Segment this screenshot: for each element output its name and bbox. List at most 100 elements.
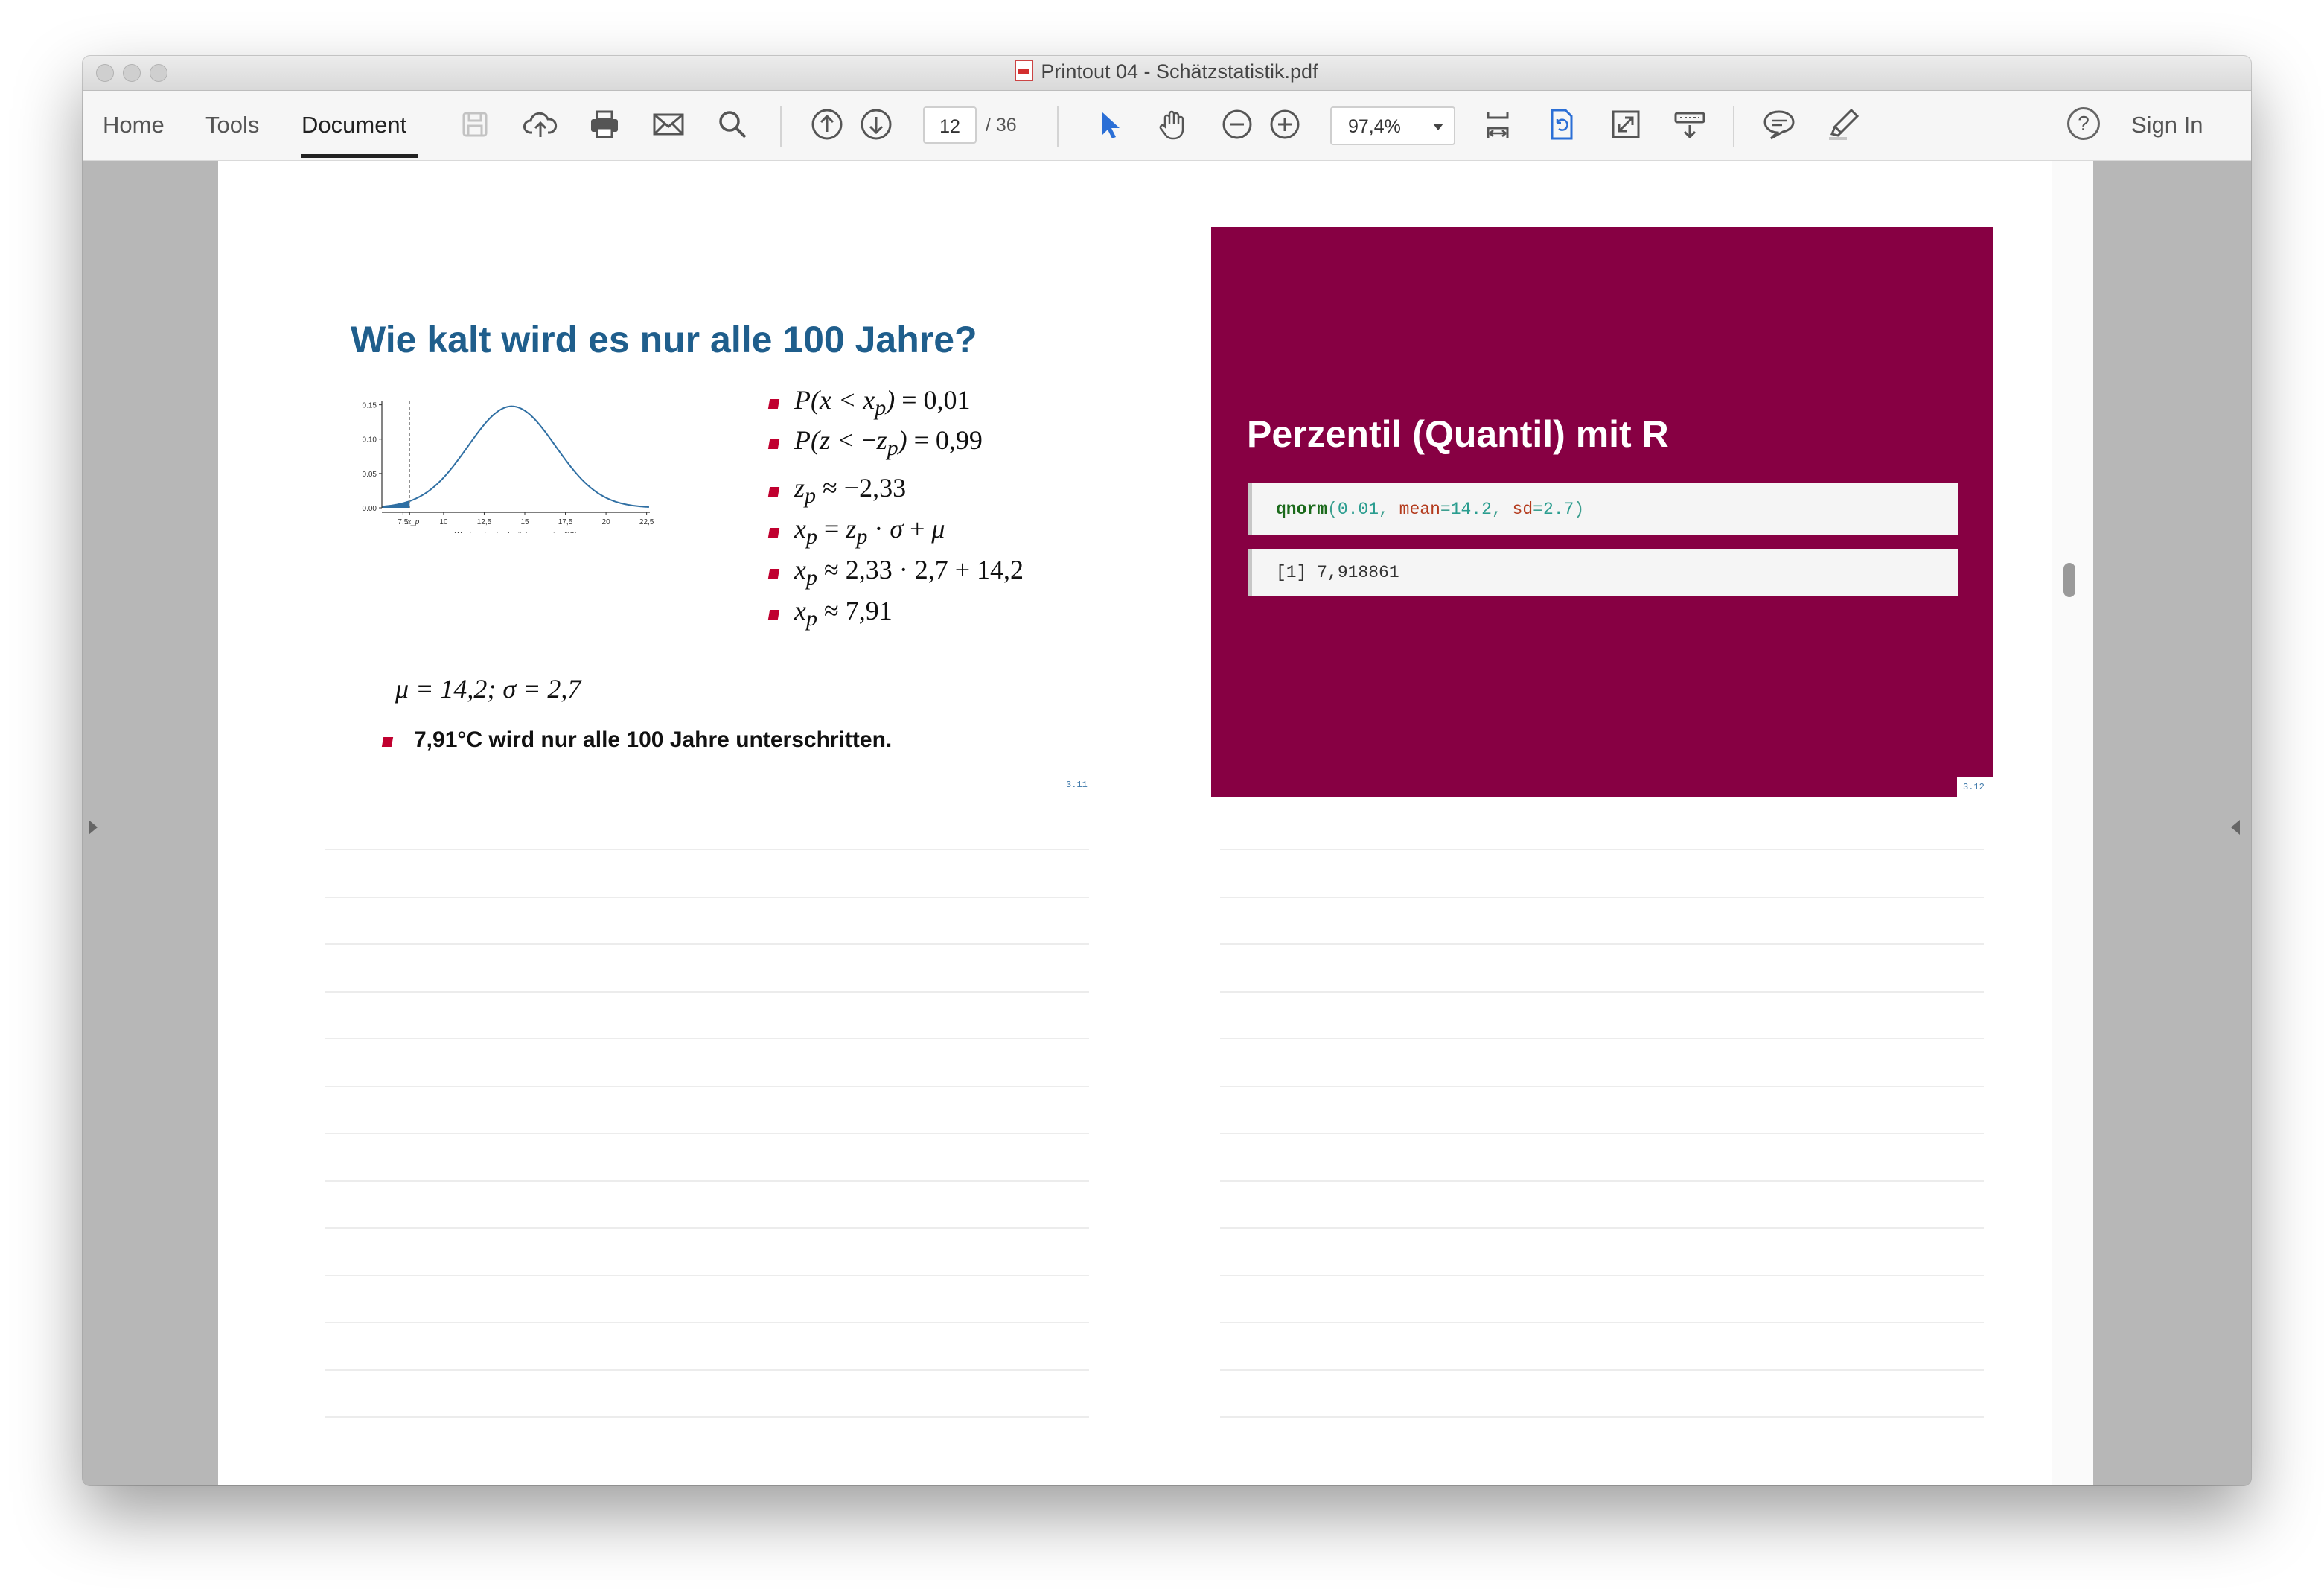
hand-icon[interactable] [1155,106,1192,143]
note-line [1220,849,1984,850]
x-axis-label: Wochendurchschnittstemperatur (°C) [455,532,577,533]
slide-number-box: 3.12 [1957,777,1993,797]
slide-number-left: 3.11 [1066,780,1088,790]
toolbar-separator [1057,106,1059,147]
select-arrow-icon[interactable] [1090,106,1127,143]
x-tick-label: 20 [602,518,611,526]
page-down-icon[interactable] [858,106,895,143]
tab-document[interactable]: Document [301,112,406,138]
bullet-marker [767,439,780,449]
note-line [325,990,1089,993]
vertical-scrollbar[interactable] [2052,161,2093,1485]
highlight-icon[interactable] [1825,106,1862,143]
equation-2: P(z < −zp) = 0,99 [794,425,983,461]
code-token: ) [1574,500,1585,519]
comment-icon[interactable] [1760,106,1798,143]
page-up-icon[interactable] [808,106,846,143]
normal-distribution-chart: 0.000.050.100.157,5x_p 10 12,5 15 17,5 20 22,5… [363,401,654,533]
upload-cloud-icon[interactable] [522,106,559,143]
note-line [325,1038,1089,1039]
page-number-input[interactable]: 12 [923,106,977,144]
tab-home[interactable]: Home [103,112,165,138]
y-tick-label: 0.05 [363,471,377,479]
equation-3: zp ≈ −2,33 [794,473,907,509]
main-toolbar: Home Tools Document 12 / 36 97,4% ? Sign… [83,91,2251,162]
code-token: 14.2 [1450,500,1492,519]
bullet-marker [767,399,780,409]
print-icon[interactable] [586,106,623,143]
code-token: = [1440,500,1451,519]
toolbar-separator [780,106,782,147]
y-tick-label: 0.00 [363,505,377,513]
r-output-block: [1] 7,918861 [1248,549,1958,596]
slide-right-title: Perzentil (Quantil) mit R [1247,413,1669,455]
equation-1: P(x < xp) = 0,01 [794,385,971,421]
slide-number-right: 3.12 [1963,782,1985,792]
note-line [1220,1369,1984,1371]
zoom-level-select[interactable]: 97,4% [1330,106,1455,145]
bullet-marker [767,610,780,620]
note-line [325,1322,1089,1323]
note-line [325,1133,1089,1134]
mail-icon[interactable] [650,106,687,143]
tab-tools[interactable]: Tools [205,112,259,138]
equation-5: xp ≈ 2,33 · 2,7 + 14,2 [794,555,1024,590]
sign-in-link[interactable]: Sign In [2131,112,2203,138]
code-token: = [1533,500,1543,519]
note-line [1220,896,1984,898]
pdf-page: Wie kalt wird es nur alle 100 Jahre? 0.0… [218,161,2093,1485]
note-line [1220,1416,1984,1418]
scrollbar-thumb[interactable] [2063,563,2075,597]
bullet-marker [381,737,394,747]
x-tick-label: 15 [520,518,529,526]
fullscreen-icon[interactable] [1607,106,1644,143]
rotate-icon[interactable] [1543,106,1580,143]
conclusion-text: 7,91°C wird nur alle 100 Jahre unterschr… [414,727,893,752]
note-line [1220,1085,1984,1087]
y-tick-label: 0.15 [363,402,377,410]
search-icon[interactable] [714,106,751,143]
note-line [325,849,1089,850]
equation-6: xp ≈ 7,91 [794,596,893,631]
left-panel-toggle-icon[interactable] [89,820,98,835]
save-icon[interactable] [456,106,494,143]
code-token: 2.7 [1542,500,1574,519]
r-code-block: qnorm(0.01, mean=14.2, sd=2.7) [1248,483,1958,535]
x-tick-label: x_p [406,518,420,526]
right-panel-toggle-icon[interactable] [2231,820,2240,835]
title-bar: Printout 04 - Schätzstatistik.pdf [83,56,2251,91]
pdf-file-icon [1015,60,1034,81]
code-token: sd [1512,500,1533,519]
note-line [1220,943,1984,945]
note-line [1220,1179,1984,1182]
note-line [325,1274,1089,1276]
y-tick-label: 0.10 [363,436,377,445]
read-mode-icon[interactable] [1671,106,1708,143]
slide-left-title: Wie kalt wird es nur alle 100 Jahre? [351,319,977,360]
zoom-out-icon[interactable] [1219,106,1256,143]
note-line [325,943,1089,945]
bullet-marker [767,487,780,497]
code-token: , [1491,500,1513,519]
page-total: / 36 [986,115,1017,136]
note-line [1220,1133,1984,1134]
bullet-marker [767,569,780,579]
window-title-text: Printout 04 - Schätzstatistik.pdf [1041,60,1318,83]
note-line [325,1179,1089,1182]
x-tick-label: 12,5 [477,518,492,526]
toolbar-separator [1733,106,1734,147]
x-tick-label: 22,5 [639,518,654,526]
x-tick-label: 17,5 [558,518,573,526]
help-icon[interactable]: ? [2067,107,2100,140]
note-line [325,1227,1089,1229]
active-tab-indicator [301,154,418,158]
fit-page-icon[interactable] [1479,106,1516,143]
slide-right: Perzentil (Quantil) mit R qnorm(0.01, me… [1211,227,1993,797]
chevron-down-icon [1433,124,1443,130]
note-line [1220,1274,1984,1276]
note-line [325,1416,1089,1418]
zoom-in-icon[interactable] [1266,106,1303,143]
note-line [1220,1227,1984,1229]
note-line [1220,990,1984,993]
zoom-level-value: 97,4% [1348,116,1401,137]
